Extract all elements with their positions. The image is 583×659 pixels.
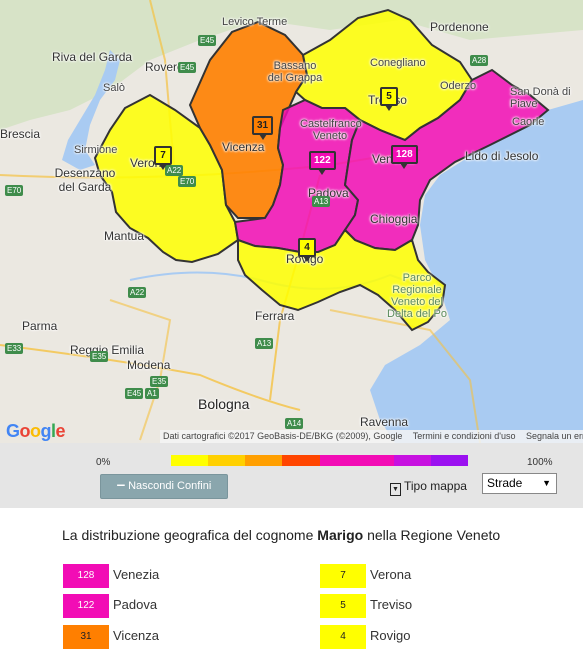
city-label: Conegliano <box>370 57 426 69</box>
attribution-data: Dati cartografici ©2017 GeoBasis-DE/BKG … <box>163 431 403 441</box>
scale-min-label: 0% <box>96 457 111 468</box>
legend-province: Rovigo <box>370 628 411 643</box>
minus-icon: ➖︎ <box>116 480 126 492</box>
legend-swatch: 128 <box>63 564 109 588</box>
highway-shield: E45 <box>198 35 217 46</box>
highway-shield: E45 <box>178 62 197 73</box>
map-attribution: Dati cartografici ©2017 GeoBasis-DE/BKG … <box>160 430 583 443</box>
highway-shield: A22 <box>165 165 184 176</box>
map-icon: ▼ <box>390 483 401 496</box>
city-label: Castelfranco Veneto <box>300 118 362 142</box>
city-label: Parco Regionale Veneto del Delta del Po <box>387 272 447 320</box>
highway-shield: A28 <box>470 55 489 66</box>
caption-prefix: La distribuzione geografica del cognome <box>62 527 314 543</box>
city-label: Chioggia <box>370 212 418 226</box>
city-label: Lido di Jesolo <box>465 149 539 163</box>
city-label: Bassano del Grappa <box>267 60 323 84</box>
legend-swatch: 4 <box>320 625 366 649</box>
scale-segment <box>430 455 468 466</box>
highway-shield: A14 <box>285 418 304 429</box>
scale-segment <box>208 455 246 466</box>
city-label: Riva del Garda <box>52 50 133 64</box>
map-type-value: Strade <box>487 476 523 490</box>
map-type-text: Tipo mappa <box>404 479 467 493</box>
city-label: Mantua <box>104 229 145 243</box>
marker-treviso[interactable]: 5 <box>380 87 398 111</box>
city-label: Pordenone <box>430 20 489 34</box>
map-type-select[interactable]: Strade ▼ <box>482 473 557 494</box>
highway-shield: E35 <box>90 351 109 362</box>
highway-shield: A1 <box>145 388 159 399</box>
legend-swatch: 5 <box>320 594 366 618</box>
google-logo[interactable]: Google <box>6 421 66 442</box>
scale-segment <box>356 455 394 466</box>
city-label: Oderzo <box>440 80 477 92</box>
legend-swatch: 31 <box>63 625 109 649</box>
distribution-caption: La distribuzione geografica del cognome … <box>62 527 500 543</box>
highway-shield: E70 <box>178 176 197 187</box>
city-label: Levico Terme <box>222 16 288 28</box>
city-label: Bologna <box>198 396 250 412</box>
legend-province: Padova <box>113 597 158 612</box>
highway-shield: E45 <box>125 388 144 399</box>
city-label: Desenzano del Garda <box>54 166 116 194</box>
highway-shield: A13 <box>255 338 274 349</box>
marker-vicenza[interactable]: 31 <box>252 116 274 140</box>
city-label: Modena <box>127 358 171 372</box>
highway-shield: E35 <box>150 376 169 387</box>
map-type-label: ▼ Tipo mappa <box>390 479 467 496</box>
highway-shield: E33 <box>5 343 24 354</box>
caption-surname: Marigo <box>317 527 364 543</box>
highway-shield: A22 <box>128 287 147 298</box>
color-scale <box>171 455 468 466</box>
scale-segment <box>319 455 357 466</box>
city-label: Vicenza <box>222 140 265 154</box>
map-controls: 0% 100% ➖︎ Nascondi Confini ▼ Tipo mappa … <box>0 443 583 508</box>
hide-borders-label: Nascondi Confini <box>128 480 212 492</box>
scale-segment <box>171 455 209 466</box>
legend-province: Treviso <box>370 597 413 612</box>
city-label: Brescia <box>0 127 41 141</box>
city-label: Parma <box>22 319 58 333</box>
caption-suffix: nella Regione Veneto <box>367 527 501 543</box>
marker-padova[interactable]: 122 <box>309 151 336 175</box>
dropdown-arrow-icon: ▼ <box>542 478 551 488</box>
legend-province: Verona <box>370 567 412 582</box>
scale-segment <box>282 455 320 466</box>
city-label: Sirmione <box>74 144 118 156</box>
scale-segment <box>393 455 431 466</box>
marker-rovigo[interactable]: 4 <box>298 238 316 262</box>
marker-venezia[interactable]: 128 <box>391 145 418 169</box>
scale-max-label: 100% <box>527 457 553 468</box>
marker-verona[interactable]: 7 <box>154 146 172 170</box>
city-label: Salò <box>103 82 126 94</box>
report-error-link[interactable]: Segnala un errore nella mappa <box>526 431 583 441</box>
highway-shield: A13 <box>312 196 331 207</box>
legend-province: Venezia <box>113 567 160 582</box>
legend-swatch: 7 <box>320 564 366 588</box>
legend-province: Vicenza <box>113 628 160 643</box>
terms-link[interactable]: Termini e condizioni d'uso <box>413 431 516 441</box>
hide-borders-button[interactable]: ➖︎ Nascondi Confini <box>100 474 228 499</box>
city-label: Caorle <box>512 116 545 128</box>
city-label: Ravenna <box>360 415 409 429</box>
city-label: San Donà di Piave <box>510 86 571 110</box>
city-label: Ferrara <box>255 309 295 323</box>
scale-segment <box>245 455 283 466</box>
map-canvas[interactable]: Levico Terme Pordenone Riva del Garda Ro… <box>0 0 583 443</box>
legend-swatch: 122 <box>63 594 109 618</box>
highway-shield: E70 <box>5 185 24 196</box>
